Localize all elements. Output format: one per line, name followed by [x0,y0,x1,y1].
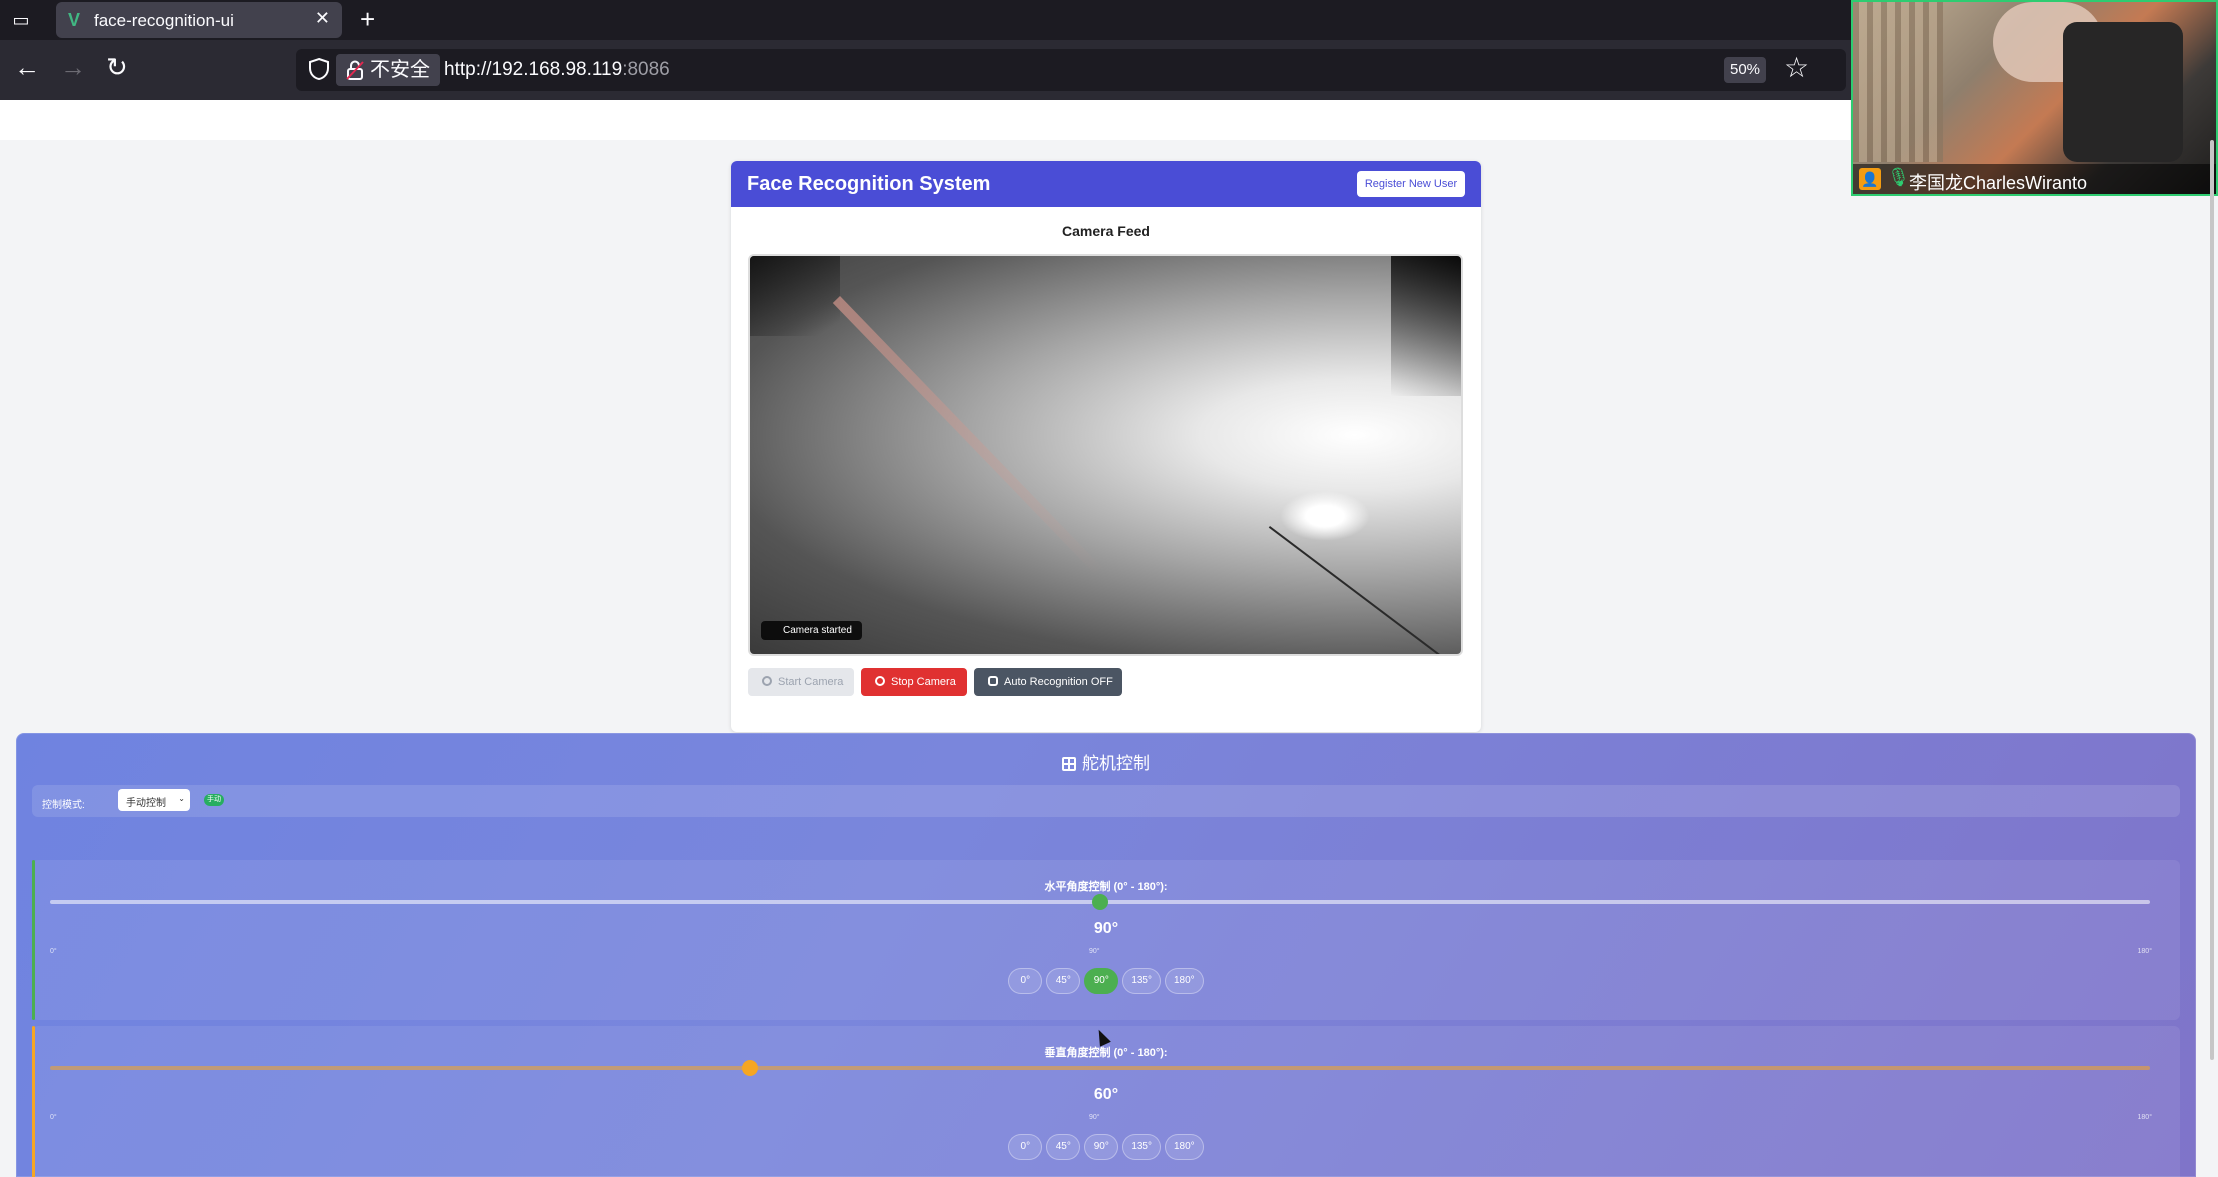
servo-control-panel: 舵机控制 控制模式: 手动控制 ⌄ 手动 水平角度控制 (0° - 180°): … [16,733,2196,1177]
vertical-preset-buttons: 0° 45° 90° 135° 180° [32,1134,2180,1160]
control-mode-select[interactable]: 手动控制 ⌄ [118,789,190,811]
shield-icon[interactable] [308,57,330,81]
vertical-slider-thumb[interactable] [742,1060,758,1076]
connection-security-chip[interactable]: 不安全 [336,54,440,86]
page-scrollbar[interactable] [2210,140,2214,1060]
browser-tab[interactable]: V face-recognition-ui ✕ [56,2,342,38]
new-tab-icon[interactable]: + [360,4,375,35]
horizontal-angle-panel: 水平角度控制 (0° - 180°): 90° 0° 90° 180° 0° 45… [32,860,2180,1020]
insecure-lock-icon [346,60,364,80]
camera-status-badge: Camera started [761,621,862,640]
participant-name: 李国龙CharlesWiranto [1909,173,2088,193]
back-arrow-icon[interactable]: ← [14,52,40,82]
horizontal-preset-180-button[interactable]: 180° [1165,968,1204,994]
horizontal-angle-label: 水平角度控制 (0° - 180°): [1044,881,1168,893]
vertical-preset-0-button[interactable]: 0° [1008,1134,1043,1160]
chevron-down-icon: ⌄ [178,794,185,803]
control-mode-label: 控制模式: [42,800,85,811]
bell-icon [988,676,998,686]
grid-icon [1062,757,1076,771]
caller-info-bar: 👤 🎙 李国龙CharlesWiranto [1853,164,2216,194]
tab-list-icon[interactable]: ▭ [8,8,34,32]
vertical-preset-180-button[interactable]: 180° [1165,1134,1204,1160]
vertical-angle-label: 垂直角度控制 (0° - 180°): [1044,1047,1168,1059]
horizontal-slider-thumb[interactable] [1092,894,1108,910]
stop-icon [875,676,885,686]
vertical-preset-135-button[interactable]: 135° [1122,1134,1161,1160]
mode-status-badge: 手动 [204,794,224,806]
register-user-button[interactable]: Register New User [1357,171,1465,197]
control-mode-row: 控制模式: 手动控制 ⌄ 手动 [32,785,2180,817]
reload-icon[interactable]: ↻ [106,52,128,82]
horizontal-angle-value: 90° [1093,920,1119,937]
slider-min-label: 0° [50,948,57,955]
camera-feed-video: Camera started [748,254,1463,656]
vertical-angle-panel: 垂直角度控制 (0° - 180°): 60° 0° 90° 180° 0° 45… [32,1026,2180,1177]
camera-feed-label: Camera Feed [1062,223,1150,239]
vertical-preset-90-button[interactable]: 90° [1084,1134,1119,1160]
servo-panel-title: 舵机控制 [16,749,2196,774]
video-call-overlay[interactable]: 👤 🎙 李国龙CharlesWiranto [1851,0,2218,196]
security-label: 不安全 [370,59,430,81]
stop-camera-button[interactable]: Stop Camera [861,668,967,696]
horizontal-preset-90-button[interactable]: 90° [1084,968,1119,994]
vertical-slider-track[interactable] [50,1066,2150,1070]
address-bar[interactable]: 不安全 http://192.168.98.119:8086 50% ☆ [296,49,1846,91]
app-title: Face Recognition System [747,173,991,195]
face-recognition-card: Face Recognition System Register New Use… [731,161,1481,732]
zoom-level-badge[interactable]: 50% [1724,57,1766,83]
camera-icon [762,676,772,686]
horizontal-preset-0-button[interactable]: 0° [1008,968,1043,994]
slider-mid-label: 90° [1089,948,1100,955]
start-camera-button[interactable]: Start Camera [748,668,854,696]
horizontal-preset-45-button[interactable]: 45° [1046,968,1081,994]
tab-title: face-recognition-ui [94,11,234,30]
bookmark-star-icon[interactable]: ☆ [1784,51,1809,84]
horizontal-preset-buttons: 0° 45° 90° 135° 180° [32,968,2180,994]
slider-max-label: 180° [2137,948,2152,955]
vue-logo-icon: V [68,10,81,30]
microphone-icon: 🎙 [1887,167,1910,187]
card-header: Face Recognition System Register New Use… [731,161,1481,207]
auto-recognition-toggle[interactable]: Auto Recognition OFF [974,668,1122,696]
horizontal-preset-135-button[interactable]: 135° [1122,968,1161,994]
vertical-angle-value: 60° [1093,1086,1119,1103]
vertical-preset-45-button[interactable]: 45° [1046,1134,1081,1160]
forward-arrow-icon[interactable]: → [60,52,86,82]
slider-mid-label: 90° [1089,1114,1100,1121]
slider-min-label: 0° [50,1114,57,1121]
close-tab-icon[interactable]: ✕ [315,8,330,29]
url-text[interactable]: http://192.168.98.119:8086 [444,59,670,81]
slider-max-label: 180° [2137,1114,2152,1121]
user-icon: 👤 [1859,168,1881,190]
page-top-strip [0,100,1850,140]
